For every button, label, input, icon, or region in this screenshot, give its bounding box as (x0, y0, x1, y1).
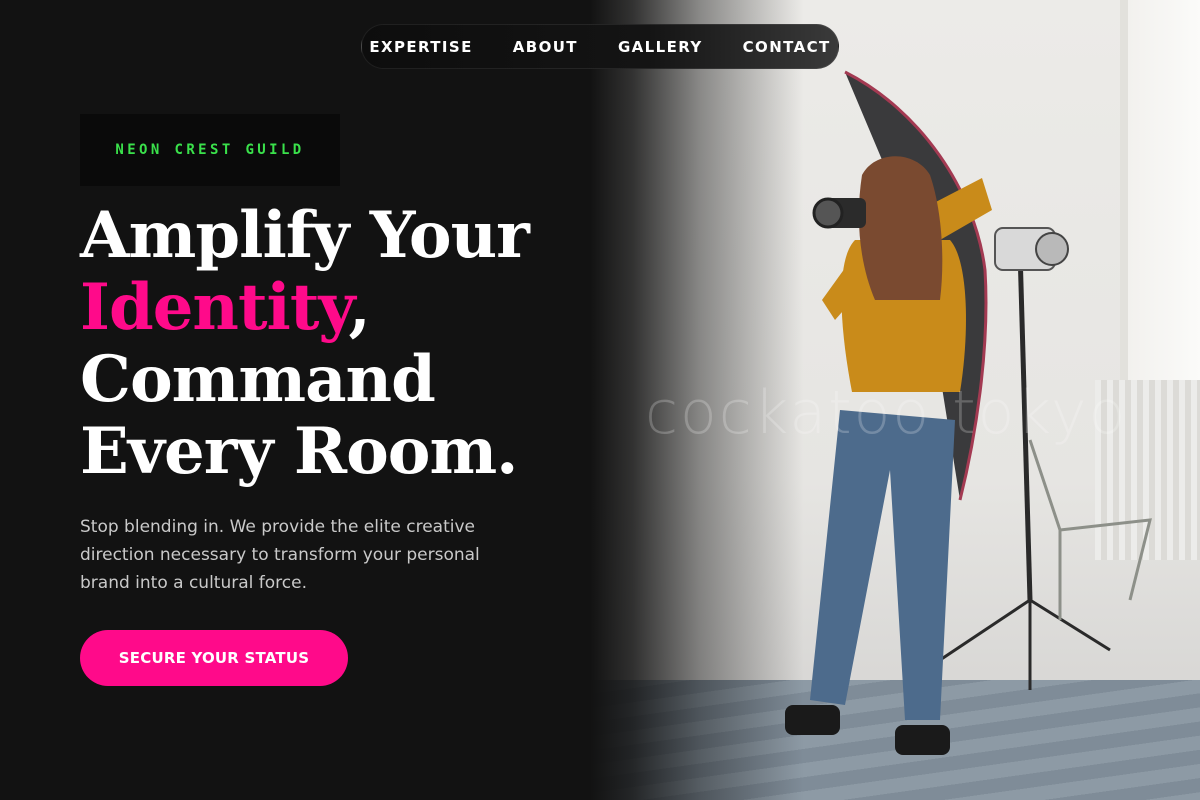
nav-link-expertise[interactable]: EXPERTISE (369, 38, 472, 56)
secure-status-button[interactable]: SECURE YOUR STATUS (80, 630, 348, 686)
top-nav: EXPERTISE ABOUT GALLERY CONTACT (361, 24, 839, 69)
brand-badge: NEON CREST GUILD (80, 114, 340, 186)
headline-line-3: Command (80, 342, 436, 417)
headline-comma: , (348, 270, 370, 345)
nav-link-gallery[interactable]: GALLERY (618, 38, 703, 56)
headline-line-1: Amplify Your (80, 198, 530, 273)
nav-link-about[interactable]: ABOUT (513, 38, 578, 56)
nav-link-contact[interactable]: CONTACT (743, 38, 831, 56)
photo-watermark: cockatoo tokyo (645, 378, 1128, 448)
hero-subtext: Stop blending in. We provide the elite c… (80, 517, 480, 593)
headline-accent-word: Identity (80, 270, 349, 345)
brand-badge-label: NEON CREST GUILD (115, 142, 305, 158)
hero-headline: Amplify Your Identity, Command Every Roo… (80, 200, 600, 488)
headline-line-4: Every Room. (80, 414, 518, 489)
